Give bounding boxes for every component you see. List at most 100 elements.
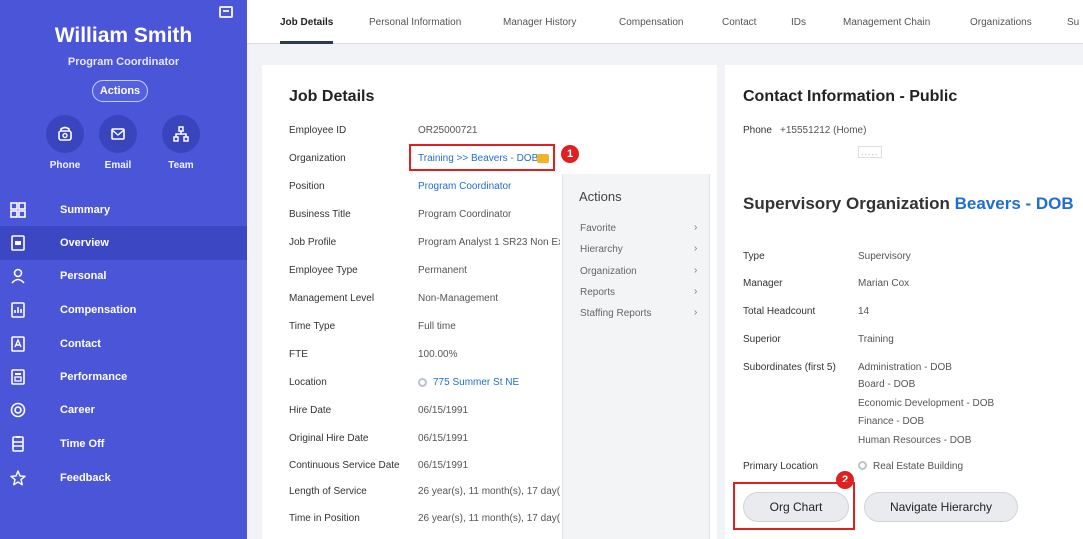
job-profile-label: Job Profile (289, 237, 337, 248)
subordinate-link[interactable]: Human Resources - DOB (858, 435, 971, 446)
sidebar-item-label: Contact (60, 338, 101, 350)
subordinate-link[interactable]: Finance - DOB (858, 416, 924, 427)
menu-item-reports[interactable]: Reports (580, 287, 615, 298)
supervisory-org-heading: Supervisory Organization (743, 194, 950, 213)
total-headcount-label: Total Headcount (743, 306, 816, 317)
actions-button[interactable]: Actions (92, 80, 148, 102)
tab-manager-history[interactable]: Manager History (503, 0, 576, 44)
location-link[interactable]: 775 Summer St NE (433, 377, 519, 388)
overview-icon (9, 234, 27, 252)
type-value: Supervisory (858, 251, 911, 262)
grid-icon (9, 201, 27, 219)
continuous-service-date-value: 06/15/1991 (418, 460, 469, 471)
fte-label: FTE (289, 349, 308, 360)
worker-sidebar: William Smith Program Coordinator Action… (0, 0, 247, 539)
tab-management-chain[interactable]: Management Chain (843, 0, 930, 44)
time-in-position-value: 26 year(s), 11 month(s), 17 day(s) (418, 513, 560, 524)
time-type-value: Full time (418, 321, 456, 332)
organization-highlight (409, 144, 555, 171)
team-label: Team (168, 160, 194, 171)
menu-item-organization[interactable]: Organization (580, 266, 637, 277)
employee-type-label: Employee Type (289, 265, 358, 276)
menu-item-staffing-reports[interactable]: Staffing Reports (580, 308, 652, 319)
contact-icon (9, 335, 27, 353)
tab-personal-information[interactable]: Personal Information (369, 0, 461, 44)
position-link[interactable]: Program Coordinator (418, 181, 511, 192)
superior-link[interactable]: Training (858, 334, 894, 345)
menu-item-hierarchy[interactable]: Hierarchy (580, 244, 623, 255)
sidebar-item-label: Time Off (60, 438, 105, 450)
sidebar-item-feedback[interactable]: Feedback (0, 461, 247, 495)
position-label: Position (289, 181, 325, 192)
sidebar-item-summary[interactable]: Summary (0, 193, 247, 227)
phone-label: Phone (49, 160, 81, 171)
sidebar-item-label: Summary (60, 204, 111, 216)
sidebar-item-overview[interactable]: Overview (0, 226, 247, 260)
tab-contact[interactable]: Contact (722, 0, 756, 44)
actions-popup-title: Actions (579, 189, 622, 204)
superior-label: Superior (743, 334, 781, 345)
chevron-right-icon: › (694, 286, 698, 297)
supervisory-org-title: Supervisory Organization Beavers - DOB (743, 194, 1074, 214)
worker-name: William Smith (54, 24, 193, 47)
sidebar-item-time-off[interactable]: Time Off (0, 427, 247, 461)
phone-label: Phone (743, 125, 772, 136)
employee-id-label: Employee ID (289, 125, 347, 136)
sidebar-item-label: Personal (60, 270, 107, 282)
chevron-right-icon: › (694, 222, 698, 233)
navigate-hierarchy-button[interactable]: Navigate Hierarchy (864, 492, 1018, 522)
primary-location-label: Primary Location (743, 461, 819, 472)
org-chart-highlight (733, 482, 855, 530)
subordinate-link[interactable]: Board - DOB (858, 379, 915, 390)
time-off-icon (9, 435, 27, 453)
tab-ids[interactable]: IDs (791, 0, 806, 44)
hire-date-value: 06/15/1991 (418, 405, 469, 416)
primary-location-link[interactable]: Real Estate Building (873, 461, 963, 472)
performance-icon (9, 368, 27, 386)
location-pin-icon (858, 461, 867, 470)
email-label: Email (104, 160, 132, 171)
tab-organizations[interactable]: Organizations (970, 0, 1032, 44)
sidebar-item-label: Performance (60, 371, 128, 383)
tab-bar: Job Details Personal Information Manager… (247, 0, 1083, 44)
length-of-service-value: 26 year(s), 11 month(s), 17 day(s) (418, 486, 560, 497)
email-icon (111, 128, 125, 140)
phone-button[interactable] (46, 115, 84, 153)
chevron-right-icon: › (694, 265, 698, 276)
sidebar-item-personal[interactable]: Personal (0, 259, 247, 293)
sidebar-item-label: Compensation (60, 304, 137, 316)
phone-value: +15551212 (Home) (780, 125, 867, 136)
original-hire-date-label: Original Hire Date (289, 433, 369, 444)
time-type-label: Time Type (289, 321, 336, 332)
job-profile-value: Program Analyst 1 SR23 Non Exempt (418, 237, 560, 248)
sidebar-item-career[interactable]: Career (0, 393, 247, 427)
phone-icon (58, 126, 72, 141)
supervisory-org-name[interactable]: Beavers - DOB (955, 194, 1074, 213)
subordinate-link[interactable]: Economic Development - DOB (858, 398, 994, 409)
sidebar-item-compensation[interactable]: Compensation (0, 293, 247, 327)
person-icon (9, 267, 27, 285)
sidebar-item-performance[interactable]: Performance (0, 360, 247, 394)
team-icon (173, 126, 189, 142)
career-icon (9, 401, 27, 419)
tab-compensation[interactable]: Compensation (619, 0, 683, 44)
inbox-icon[interactable] (219, 6, 233, 18)
sidebar-item-contact[interactable]: Contact (0, 327, 247, 361)
time-in-position-label: Time in Position (289, 513, 360, 524)
more-dots[interactable]: ..... (858, 146, 882, 158)
organization-label: Organization (289, 153, 346, 164)
contact-info-title: Contact Information - Public (743, 88, 958, 105)
type-label: Type (743, 251, 765, 262)
business-title-value: Program Coordinator (418, 209, 512, 220)
email-button[interactable] (99, 115, 137, 153)
employee-id-value: OR25000721 (418, 125, 478, 136)
team-button[interactable] (162, 115, 200, 153)
length-of-service-label: Length of Service (289, 486, 367, 497)
tab-overflow[interactable]: Su (1067, 0, 1079, 44)
subordinate-link[interactable]: Administration - DOB (858, 362, 952, 373)
subordinates-label: Subordinates (first 5) (743, 362, 836, 373)
menu-item-favorite[interactable]: Favorite (580, 223, 616, 234)
manager-link[interactable]: Marian Cox (858, 278, 909, 289)
chevron-right-icon: › (694, 243, 698, 254)
tab-job-details[interactable]: Job Details (280, 0, 334, 44)
